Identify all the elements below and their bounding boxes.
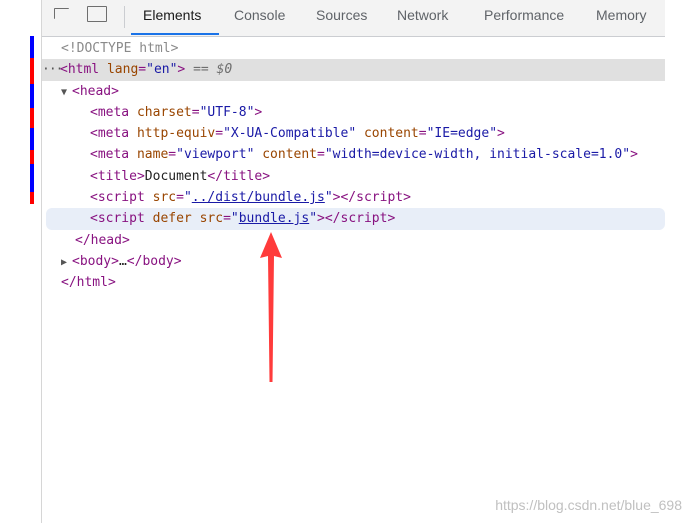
- html-tag: html: [67, 62, 100, 78]
- meta-name-attr: name: [136, 147, 169, 163]
- dom-node-script-defer[interactable]: <script defer src="bundle.js"></script>: [46, 208, 665, 230]
- head-tag: head: [79, 83, 112, 99]
- body-close-tag: body: [142, 253, 174, 269]
- html-attr-value: en: [153, 62, 170, 78]
- dom-node-head[interactable]: ▼ <head>: [42, 81, 665, 102]
- meta-charset-attr: charset: [136, 104, 192, 120]
- left-color-stripe: [30, 192, 34, 204]
- devtools-panel: Elements Console Sources Network Perform…: [41, 0, 693, 523]
- script-close-tag: script: [356, 190, 404, 206]
- dom-node-html[interactable]: ···<html lang="en"> == $0: [42, 59, 665, 81]
- annotation-arrow: [260, 232, 282, 382]
- script-src-link[interactable]: bundle.js: [239, 211, 309, 226]
- left-color-stripe: [30, 36, 34, 58]
- html-attr-name: lang: [106, 62, 139, 78]
- left-color-stripe: [30, 150, 34, 164]
- script-src-attr: src: [199, 211, 224, 227]
- active-tab-indicator: [131, 33, 219, 35]
- dom-node-doctype[interactable]: <!DOCTYPE html>: [42, 38, 665, 59]
- tab-memory[interactable]: Memory: [596, 7, 647, 23]
- body-tag: body: [79, 253, 112, 269]
- tab-network[interactable]: Network: [397, 7, 448, 23]
- meta-content-attr: content: [262, 147, 318, 163]
- tab-sources[interactable]: Sources: [316, 7, 367, 23]
- meta-compat-value: X-UA-Compatible: [230, 126, 349, 142]
- left-color-stripe: [30, 108, 34, 128]
- dom-node-meta-compat[interactable]: <meta http-equiv="X-UA-Compatible" conte…: [42, 123, 665, 144]
- meta-charset-value: UTF-8: [207, 104, 247, 120]
- meta-content-value: IE=edge: [434, 126, 490, 142]
- tab-elements[interactable]: Elements: [143, 7, 201, 23]
- left-color-stripe: [30, 58, 34, 84]
- dom-node-meta-viewport[interactable]: <meta name="viewport" content="width=dev…: [42, 144, 665, 165]
- title-text: Document: [144, 168, 208, 184]
- meta-name-value: viewport: [183, 147, 247, 163]
- script-tag: script: [97, 211, 145, 227]
- script-src-link[interactable]: ../dist/bundle.js: [192, 190, 325, 205]
- script-src-attr: src: [152, 190, 177, 206]
- dom-node-script-bundle[interactable]: <script src="../dist/bundle.js"></script…: [42, 187, 665, 208]
- toolbar-divider: [124, 6, 125, 28]
- tab-performance[interactable]: Performance: [484, 7, 564, 23]
- script-tag: script: [97, 190, 145, 206]
- dom-node-body[interactable]: ▶ <body>…</body>: [42, 251, 665, 272]
- selected-node-marker: == $0: [193, 62, 233, 78]
- devtools-tabbar: Elements Console Sources Network Perform…: [42, 0, 665, 37]
- script-close-tag: script: [340, 211, 388, 227]
- title-tag: title: [97, 168, 137, 184]
- dom-tree: <!DOCTYPE html> ···<html lang="en"> == $…: [42, 38, 665, 294]
- script-defer-attr: defer: [152, 211, 192, 227]
- left-color-stripe: [30, 84, 34, 108]
- collapsed-ellipsis[interactable]: …: [119, 254, 127, 269]
- dom-node-meta-charset[interactable]: <meta charset="UTF-8">: [42, 102, 665, 123]
- watermark: https://blog.csdn.net/blue_698: [495, 497, 682, 513]
- meta-content-value: width=device-width, initial-scale=1.0: [332, 147, 623, 163]
- tab-console[interactable]: Console: [234, 7, 285, 23]
- inspect-element-icon[interactable]: [54, 8, 69, 19]
- screenshot: Elements Console Sources Network Perform…: [0, 0, 693, 523]
- more-actions-icon[interactable]: ···: [42, 59, 63, 80]
- left-color-stripe: [30, 128, 34, 150]
- meta-content-attr: content: [363, 126, 419, 142]
- head-close-tag: head: [90, 232, 122, 248]
- expanded-triangle-icon[interactable]: ▼: [61, 82, 72, 103]
- dom-node-head-close[interactable]: </head>: [42, 230, 665, 251]
- device-toolbar-icon[interactable]: [87, 6, 107, 22]
- collapsed-triangle-icon[interactable]: ▶: [61, 252, 72, 273]
- dom-node-title[interactable]: <title>Document</title>: [42, 166, 665, 187]
- title-close-tag: title: [223, 168, 263, 184]
- left-color-stripe: [30, 164, 34, 192]
- doctype-text: <!DOCTYPE html>: [61, 41, 179, 56]
- html-close-tag: html: [76, 275, 108, 291]
- meta-compat-attr: http-equiv: [136, 126, 216, 142]
- dom-node-html-close[interactable]: </html>: [42, 272, 665, 293]
